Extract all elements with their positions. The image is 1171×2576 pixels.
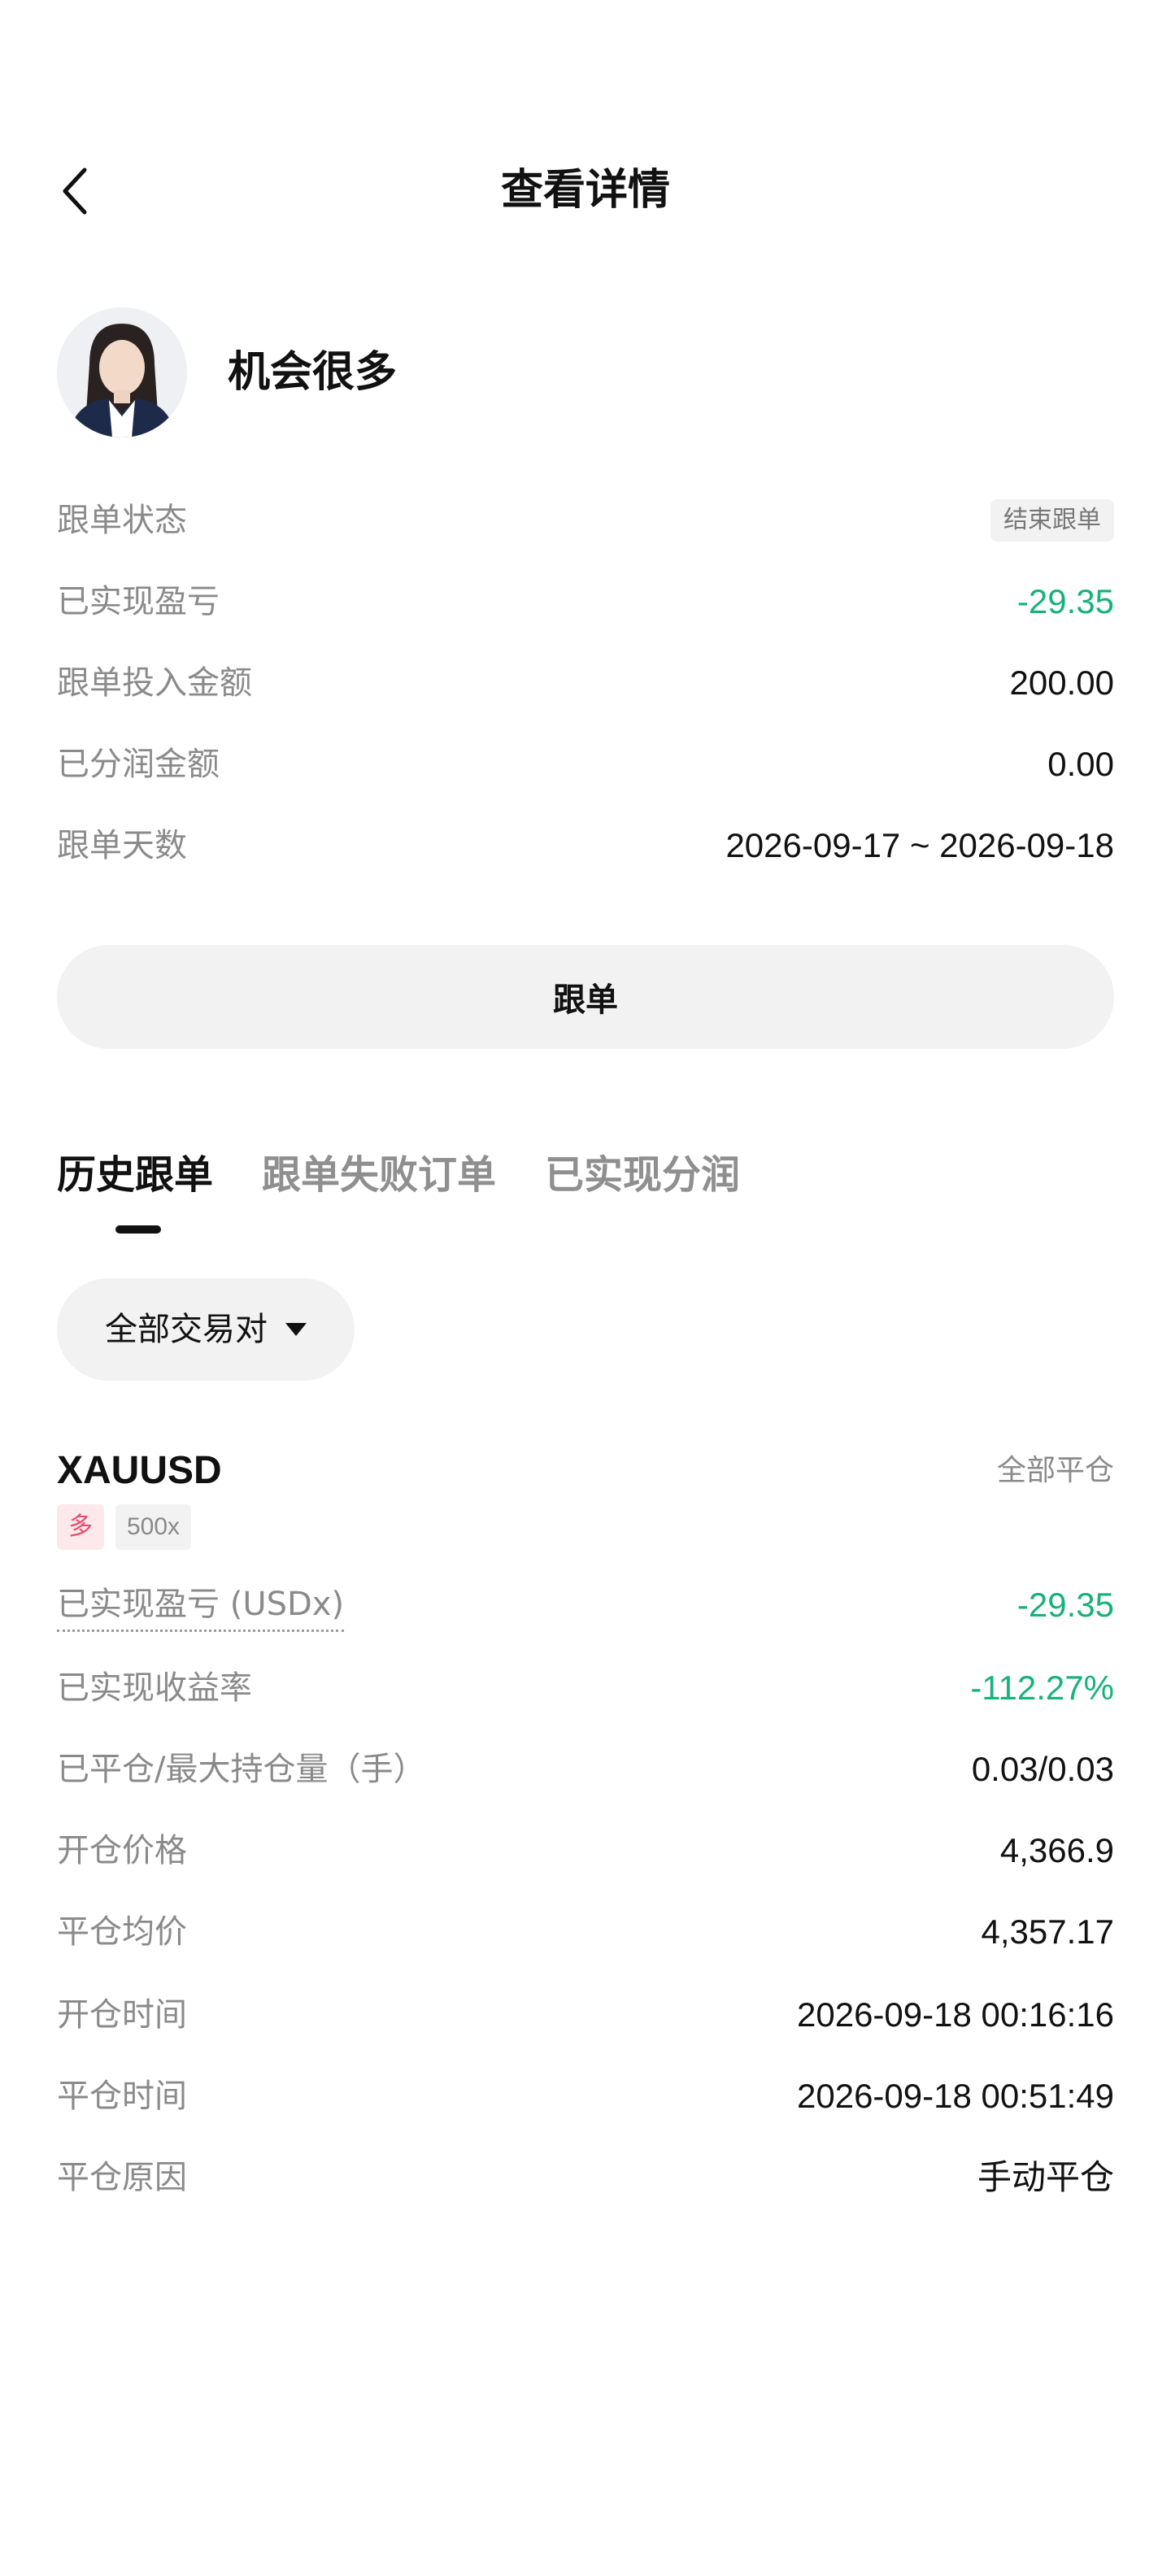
profit-share-row: 已分润金额 0.00 — [57, 735, 1114, 794]
order-row-close-time: 平仓时间 2026-09-18 00:51:49 — [57, 2067, 1114, 2126]
order-return-rate-label: 已实现收益率 — [57, 1669, 252, 1707]
profit-share-value: 0.00 — [1047, 745, 1114, 783]
tab-profit-share[interactable]: 已实现分润 — [545, 1138, 740, 1212]
realized-pnl-row: 已实现盈亏 -29.35 — [57, 572, 1114, 631]
page-title: 查看详情 — [500, 166, 670, 215]
header-bar: 查看详情 — [0, 146, 1171, 236]
order-close-reason-value: 手动平仓 — [977, 2158, 1114, 2196]
leverage-tag: 500x — [115, 1504, 192, 1550]
status-label: 跟单状态 — [57, 502, 187, 539]
status-row: 跟单状态 结束跟单 — [57, 491, 1114, 550]
order-realized-pnl-label[interactable]: 已实现盈亏 (USDx) — [57, 1579, 345, 1632]
realized-pnl-value: -29.35 — [1016, 582, 1114, 620]
invest-amount-row: 跟单投入金额 200.00 — [57, 654, 1114, 712]
invest-amount-value: 200.00 — [1009, 664, 1114, 702]
order-return-rate-value: -112.27% — [970, 1669, 1114, 1707]
follow-days-label: 跟单天数 — [57, 827, 187, 864]
invest-amount-label: 跟单投入金额 — [57, 664, 252, 702]
order-close-avg-price-label: 平仓均价 — [57, 1913, 187, 1951]
order-row-return-rate: 已实现收益率 -112.27% — [57, 1659, 1114, 1717]
order-tags: 多 500x — [57, 1504, 202, 1550]
follow-days-row: 跟单天数 2026-09-17 ~ 2026-09-18 — [57, 816, 1114, 875]
side-tag: 多 — [57, 1504, 104, 1550]
order-close-reason-label: 平仓原因 — [57, 2159, 187, 2196]
trader-profile: 机会很多 — [57, 307, 397, 437]
profit-share-label: 已分润金额 — [57, 746, 220, 783]
tab-bar: 历史跟单 跟单失败订单 已实现分润 — [57, 1138, 789, 1212]
order-row-position-size: 已平仓/最大持仓量（手） 0.03/0.03 — [57, 1740, 1114, 1799]
order-row-close-reason: 平仓原因 手动平仓 — [57, 2148, 1114, 2207]
follow-days-value: 2026-09-17 ~ 2026-09-18 — [725, 826, 1114, 864]
status-badge: 结束跟单 — [990, 499, 1114, 542]
order-row-realized-pnl: 已实现盈亏 (USDx) -29.35 — [57, 1576, 1114, 1634]
pair-filter-label: 全部交易对 — [105, 1311, 268, 1348]
order-close-time-label: 平仓时间 — [57, 2078, 187, 2115]
order-position-size-value: 0.03/0.03 — [971, 1750, 1114, 1788]
order-close-type: 全部平仓 — [996, 1454, 1114, 1487]
order-open-time-label: 开仓时间 — [57, 1996, 187, 2034]
order-open-time-value: 2026-09-18 00:16:16 — [797, 1995, 1114, 2034]
caret-down-icon — [285, 1323, 307, 1336]
tab-failed-orders[interactable]: 跟单失败订单 — [262, 1138, 496, 1212]
order-row-open-time: 开仓时间 2026-09-18 00:16:16 — [57, 1986, 1114, 2044]
order-close-avg-price-value: 4,357.17 — [981, 1912, 1115, 1951]
tab-history[interactable]: 历史跟单 — [57, 1138, 213, 1212]
order-realized-pnl-value: -29.35 — [1016, 1586, 1114, 1624]
order-close-time-value: 2026-09-18 00:51:49 — [797, 2077, 1114, 2115]
pair-filter-dropdown[interactable]: 全部交易对 — [57, 1278, 355, 1381]
tab-active-indicator — [115, 1225, 161, 1234]
order-row-open-price: 开仓价格 4,366.9 — [57, 1821, 1114, 1880]
trader-name: 机会很多 — [228, 348, 398, 397]
order-open-price-label: 开仓价格 — [57, 1832, 187, 1869]
order-symbol: XAUUSD — [57, 1449, 222, 1492]
order-open-price-value: 4,366.9 — [999, 1831, 1114, 1869]
order-position-size-label: 已平仓/最大持仓量（手） — [57, 1751, 426, 1788]
avatar[interactable] — [57, 307, 187, 437]
follow-button[interactable]: 跟单 — [57, 945, 1114, 1049]
order-row-close-avg-price: 平仓均价 4,357.17 — [57, 1903, 1114, 1961]
realized-pnl-label: 已实现盈亏 — [57, 583, 220, 620]
